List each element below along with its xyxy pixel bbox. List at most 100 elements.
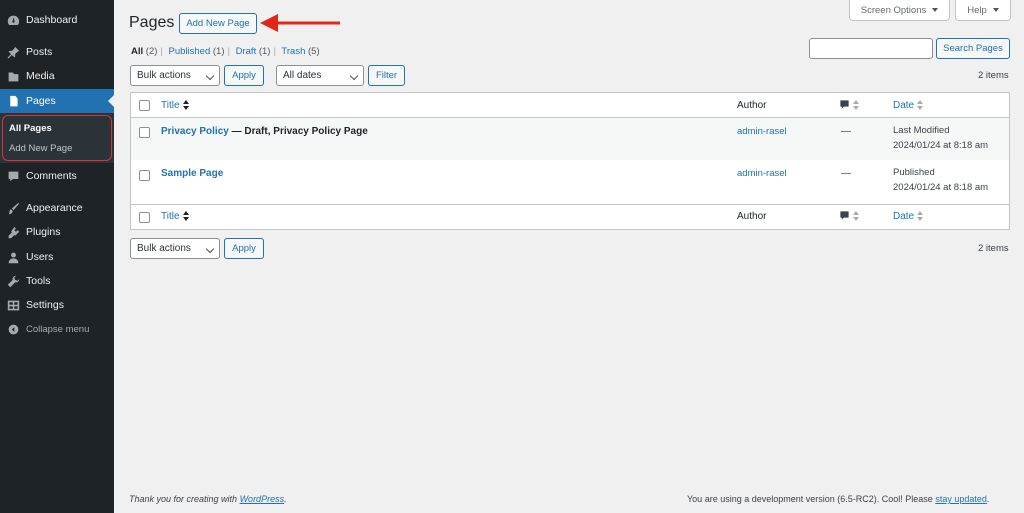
- caret-down-icon: [992, 8, 999, 12]
- row-author-link[interactable]: admin-rasel: [737, 168, 787, 179]
- page-icon: [6, 94, 20, 108]
- bulk-actions-value: Bulk actions: [137, 70, 191, 81]
- column-date-label: Date: [893, 100, 915, 111]
- items-count-bottom: 2 items: [978, 243, 1009, 254]
- column-date-footer[interactable]: Date: [893, 211, 924, 222]
- sidebar-item-comments[interactable]: Comments: [0, 164, 114, 188]
- row-checkbox[interactable]: [139, 127, 150, 138]
- row-title-cell: Sample Page: [161, 168, 223, 179]
- sidebar-item-posts[interactable]: Posts: [0, 40, 114, 64]
- post-state: — Draft, Privacy Policy Page: [228, 126, 368, 137]
- apply-button-bottom[interactable]: Apply: [224, 238, 264, 259]
- row-title-link[interactable]: Privacy Policy: [161, 126, 229, 137]
- column-title-footer[interactable]: Title: [161, 211, 189, 222]
- column-date[interactable]: Date: [893, 100, 924, 111]
- sort-icon: [917, 100, 924, 111]
- row-date: Published 2024/01/24 at 8:18 am: [893, 166, 988, 195]
- red-arrow-annotation: [260, 14, 340, 32]
- collapse-menu-button[interactable]: Collapse menu: [0, 317, 114, 341]
- sidebar-item-tools[interactable]: Tools: [0, 269, 114, 293]
- column-title[interactable]: Title: [161, 100, 189, 111]
- bulk-actions-select-top[interactable]: Bulk actions: [130, 65, 220, 86]
- sidebar-item-plugins[interactable]: Plugins: [0, 220, 114, 244]
- sidebar-item-label: Comments: [26, 170, 77, 182]
- select-all-checkbox[interactable]: [139, 100, 150, 111]
- caret-down-icon: [932, 8, 939, 12]
- submenu-all-pages[interactable]: All Pages: [9, 123, 52, 134]
- sort-icon: [182, 211, 189, 222]
- row-date-value: 2024/01/24 at 8:18 am: [893, 181, 989, 193]
- filter-button[interactable]: Filter: [368, 65, 405, 86]
- sidebar-item-label: Dashboard: [26, 14, 78, 26]
- search-input[interactable]: [809, 38, 933, 59]
- footer-thanks-text: Thank you for creating with: [129, 494, 240, 504]
- column-title-label: Title: [161, 100, 180, 111]
- row-title-cell: Privacy Policy — Draft, Privacy Policy P…: [161, 126, 368, 137]
- collapse-icon: [6, 322, 20, 336]
- column-date-label: Date: [893, 211, 915, 222]
- row-date-status: Last Modified: [893, 125, 950, 136]
- screen-options-tab[interactable]: Screen Options: [849, 0, 950, 21]
- bulk-actions-select-bottom[interactable]: Bulk actions: [130, 238, 220, 259]
- footer-thanks: Thank you for creating with WordPress.: [129, 494, 287, 504]
- admin-sidebar: Dashboard Posts Media Pages All Pages Ad…: [0, 0, 114, 513]
- brush-icon: [6, 201, 20, 215]
- stay-updated-link[interactable]: stay updated: [935, 494, 987, 504]
- filter-trash-count: (5): [308, 46, 320, 57]
- pages-table: Title Author Date Privacy Policy — Draft…: [130, 92, 1010, 230]
- sidebar-item-dashboard[interactable]: Dashboard: [0, 8, 114, 32]
- filter-all[interactable]: All: [131, 46, 143, 57]
- column-comments-footer[interactable]: [839, 210, 859, 221]
- row-title-link[interactable]: Sample Page: [161, 168, 223, 179]
- filter-trash[interactable]: Trash: [281, 46, 305, 57]
- row-date: Last Modified 2024/01/24 at 8:18 am: [893, 124, 988, 153]
- column-author-footer: Author: [737, 211, 767, 222]
- filter-published[interactable]: Published: [169, 46, 211, 57]
- media-icon: [6, 69, 20, 83]
- row-date-status: Published: [893, 167, 935, 178]
- footer-version: You are using a development version (6.5…: [687, 494, 989, 504]
- row-checkbox[interactable]: [139, 170, 150, 181]
- filter-draft[interactable]: Draft: [236, 46, 257, 57]
- plugin-icon: [6, 225, 20, 239]
- row-comments: —: [841, 126, 851, 137]
- sidebar-item-label: Tools: [26, 275, 51, 287]
- page-title: Pages: [129, 14, 175, 31]
- submenu-add-new-page[interactable]: Add New Page: [9, 143, 72, 154]
- row-author-link[interactable]: admin-rasel: [737, 126, 787, 137]
- help-tab[interactable]: Help: [955, 0, 1011, 21]
- sidebar-item-label: Settings: [26, 299, 64, 311]
- sidebar-item-label: Media: [26, 70, 55, 82]
- sort-icon: [853, 99, 859, 110]
- sidebar-item-appearance[interactable]: Appearance: [0, 196, 114, 220]
- pin-icon: [6, 45, 20, 59]
- sidebar-item-label: Plugins: [26, 226, 61, 238]
- row-comments: —: [841, 168, 851, 179]
- footer-version-text: You are using a development version (6.5…: [687, 494, 936, 504]
- chevron-down-icon: [349, 71, 359, 81]
- dates-value: All dates: [283, 70, 322, 81]
- wordpress-link[interactable]: WordPress: [240, 494, 285, 504]
- sidebar-item-settings[interactable]: Settings: [0, 293, 114, 317]
- bulk-actions-value: Bulk actions: [137, 243, 191, 254]
- status-filters: All (2) | Published (1) | Draft (1) | Trash…: [131, 46, 320, 57]
- sidebar-item-users[interactable]: Users: [0, 245, 114, 269]
- collapse-label: Collapse menu: [26, 323, 90, 335]
- table-row: Privacy Policy — Draft, Privacy Policy P…: [131, 118, 1009, 160]
- column-comments[interactable]: [839, 99, 859, 110]
- filter-draft-count: (1): [258, 46, 271, 57]
- screen-options-label: Screen Options: [860, 4, 927, 16]
- help-label: Help: [967, 4, 987, 16]
- sidebar-item-media[interactable]: Media: [0, 64, 114, 88]
- apply-button-top[interactable]: Apply: [224, 65, 264, 86]
- items-count-top: 2 items: [978, 70, 1009, 81]
- select-all-checkbox-footer[interactable]: [139, 212, 150, 223]
- add-new-page-button[interactable]: Add New Page: [179, 13, 257, 34]
- filter-all-count: (2): [145, 46, 158, 57]
- sidebar-item-label: Users: [26, 251, 54, 263]
- dates-select[interactable]: All dates: [276, 65, 364, 86]
- sidebar-item-pages[interactable]: Pages: [0, 89, 114, 113]
- sidebar-item-label: Pages: [26, 95, 56, 107]
- sort-icon: [853, 210, 859, 221]
- search-pages-button[interactable]: Search Pages: [936, 38, 1010, 59]
